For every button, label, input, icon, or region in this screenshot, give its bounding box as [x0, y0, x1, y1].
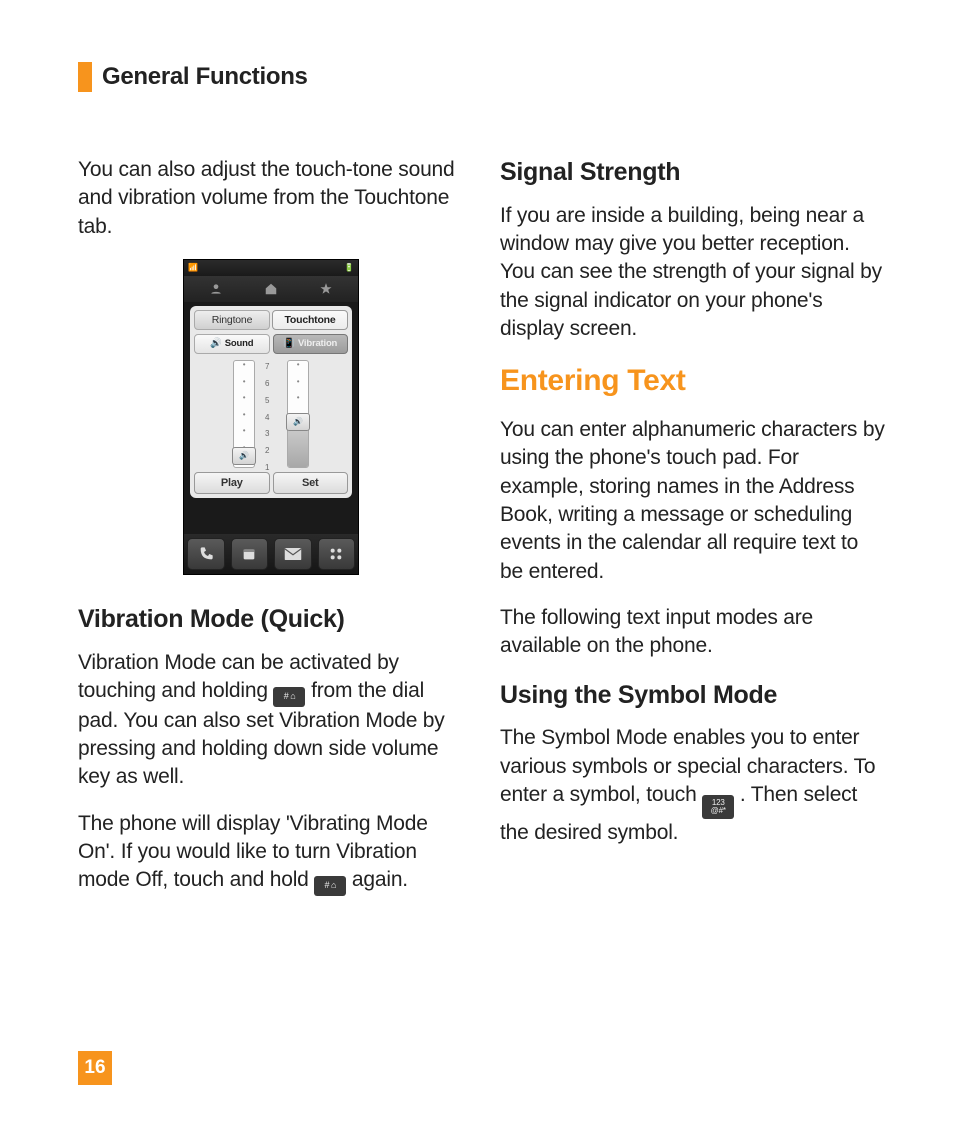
vibration-slider[interactable]: 🔊 [287, 360, 309, 468]
dock-calendar[interactable] [231, 538, 269, 570]
person-icon [207, 281, 225, 297]
slider-area: 🔊 7654321 🔊 [194, 358, 348, 468]
mode-sound[interactable]: 🔊 Sound [194, 334, 270, 354]
scale-numbers: 7654321 [265, 360, 277, 468]
right-column: Signal Strength If you are inside a buil… [500, 156, 886, 914]
vibration-icon: 📳 [283, 338, 295, 351]
sound-slider[interactable]: 🔊 [233, 360, 255, 468]
dock-phone[interactable] [187, 538, 225, 570]
signal-heading: Signal Strength [500, 156, 886, 190]
set-button[interactable]: Set [273, 472, 349, 494]
entering-p2: The following text input modes are avail… [500, 604, 886, 661]
dock-mail[interactable] [274, 538, 312, 570]
mode-vibration[interactable]: 📳 Vibration [273, 334, 349, 354]
vibration-p2: The phone will display 'Vibrating Mode O… [78, 810, 464, 896]
signal-icon: 📶 [188, 263, 198, 274]
top-icon-row [184, 276, 358, 302]
symbol-heading: Using the Symbol Mode [500, 679, 886, 713]
entering-heading: Entering Text [500, 361, 886, 402]
hash-key-icon: # ⌂ [273, 687, 305, 707]
section-header: General Functions [78, 62, 886, 92]
dock-apps[interactable] [318, 538, 356, 570]
dock [184, 534, 358, 574]
sound-knob[interactable]: 🔊 [232, 447, 256, 465]
play-button[interactable]: Play [194, 472, 270, 494]
entering-p1: You can enter alphanumeric characters by… [500, 416, 886, 586]
symbol-body: The Symbol Mode enables you to enter var… [500, 724, 886, 847]
left-column: You can also adjust the touch-tone sound… [78, 156, 464, 914]
hash-key-icon: # ⌂ [314, 876, 346, 896]
signal-body: If you are inside a building, being near… [500, 202, 886, 344]
symbol-key-icon: 123 @#* [702, 795, 734, 819]
mode-sound-label: Sound [225, 338, 254, 351]
accent-bar [78, 62, 92, 92]
speaker-icon: 🔊 [210, 338, 222, 351]
page-number: 16 [78, 1051, 112, 1085]
vibration-knob[interactable]: 🔊 [286, 413, 310, 431]
tab-ringtone[interactable]: Ringtone [194, 310, 270, 330]
settings-panel: Ringtone Touchtone 🔊 Sound 📳 Vibration [190, 306, 352, 498]
section-title: General Functions [102, 63, 308, 91]
vibration-p1: Vibration Mode can be activated by touch… [78, 649, 464, 792]
star-icon [317, 281, 335, 297]
status-bar: 📶 🔋 [184, 260, 358, 276]
phone-screenshot: 📶 🔋 Ringtone Touchtone 🔊 [183, 259, 359, 575]
intro-text: You can also adjust the touch-tone sound… [78, 156, 464, 241]
tab-touchtone[interactable]: Touchtone [272, 310, 348, 330]
mode-vibration-label: Vibration [298, 338, 337, 351]
home-icon [262, 281, 280, 297]
vibration-fill [288, 431, 308, 467]
battery-icon: 🔋 [344, 263, 354, 274]
vibration-heading: Vibration Mode (Quick) [78, 603, 464, 637]
